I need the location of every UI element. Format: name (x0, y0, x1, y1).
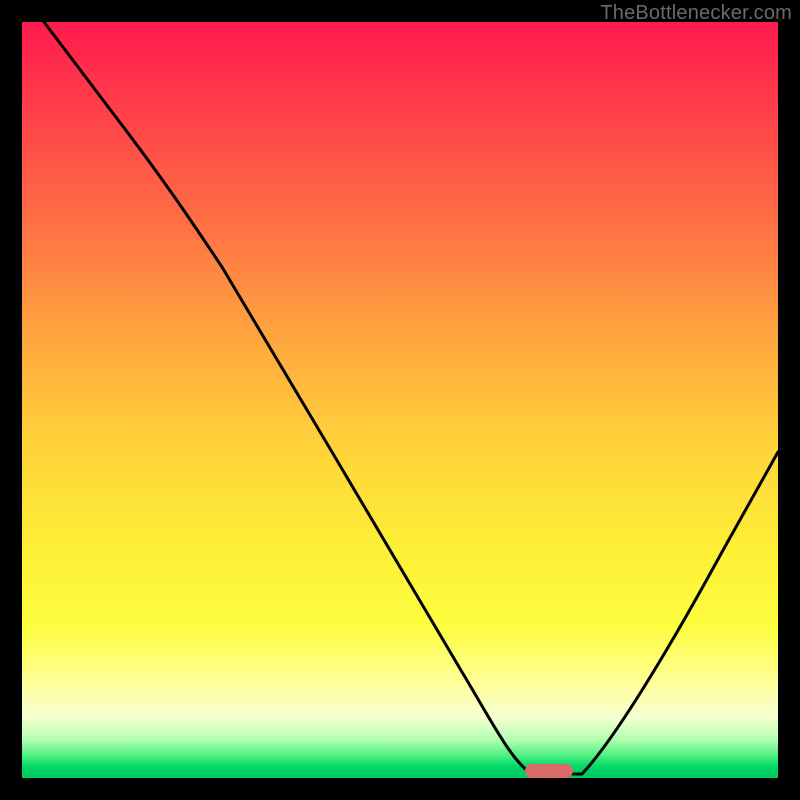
optimal-range-marker (525, 764, 573, 778)
chart-background (22, 22, 778, 778)
watermark-text: TheBottlenecker.com (600, 2, 792, 25)
